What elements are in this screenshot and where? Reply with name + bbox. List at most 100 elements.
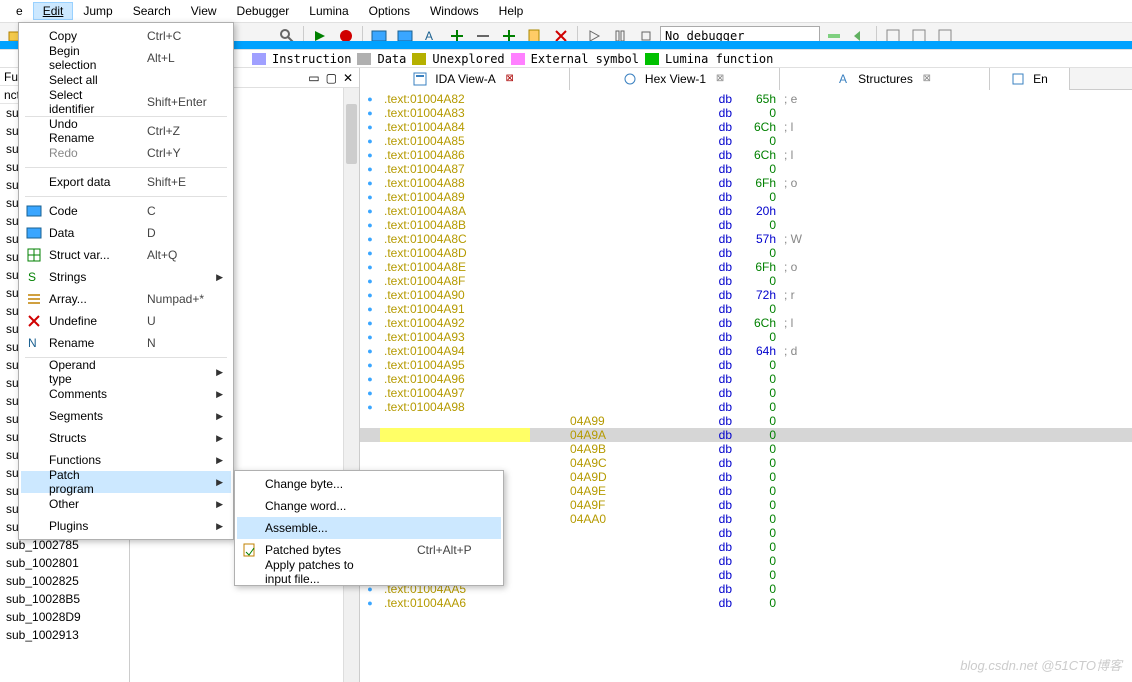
disasm-row[interactable]: ●.text:01004A95db0 [360, 358, 1132, 372]
disasm-row[interactable]: ●.text:01004A97db0 [360, 386, 1132, 400]
edit-dropdown: CopyCtrl+CBegin selectionAlt+LSelect all… [18, 22, 234, 540]
menu-item[interactable]: DataD [21, 222, 231, 244]
disasm-row[interactable]: ●.text:01004A83db0 [360, 106, 1132, 120]
menu-item[interactable]: Export dataShift+E [21, 171, 231, 193]
menu-item[interactable]: Assemble... [237, 517, 501, 539]
disassembly-view[interactable]: ●.text:01004A82db65h; e●.text:01004A83db… [360, 90, 1132, 682]
panel-close-icon[interactable]: ✕ [343, 71, 353, 85]
menu-item[interactable]: SStrings▶ [21, 266, 231, 288]
menu-view[interactable]: View [181, 2, 227, 20]
disasm-row[interactable]: 04A99db0 [360, 414, 1132, 428]
disasm-row[interactable]: ●.text:01004A98db0 [360, 400, 1132, 414]
menu-item[interactable]: Change byte... [237, 473, 501, 495]
menu-item[interactable]: Array...Numpad+* [21, 288, 231, 310]
menu-item[interactable]: Operand type▶ [21, 361, 231, 383]
address: .text:01004A8B [380, 218, 530, 232]
menu-item[interactable]: Apply patches to input file... [237, 561, 501, 583]
menu-item[interactable]: CodeC [21, 200, 231, 222]
disasm-row[interactable]: ●.text:01004A91db0 [360, 302, 1132, 316]
menu-edit[interactable]: Edit [33, 2, 74, 20]
blank-icon [241, 519, 259, 537]
menu-item[interactable]: NRenameN [21, 332, 231, 354]
panel-min-icon[interactable]: ▭ [308, 71, 319, 85]
row-marker-icon: ● [360, 290, 380, 300]
menu-windows[interactable]: Windows [420, 2, 489, 20]
menu-debugger[interactable]: Debugger [227, 2, 300, 20]
opcode: db [530, 526, 740, 540]
row-marker-icon: ● [360, 276, 380, 286]
menu-lumina[interactable]: Lumina [299, 2, 358, 20]
disasm-row[interactable]: ●.text:01004A85db0 [360, 134, 1132, 148]
comment: ; l [780, 316, 793, 330]
disasm-row[interactable]: ●.text:01004A8Cdb57h; W [360, 232, 1132, 246]
submenu-arrow-icon: ▶ [213, 455, 223, 466]
tab-hex-view[interactable]: Hex View-1 ⊠ [570, 68, 780, 90]
row-marker-icon: ● [360, 164, 380, 174]
menu-le[interactable]: e [6, 2, 33, 20]
function-item[interactable]: sub_1002825 [0, 572, 129, 590]
close-icon[interactable]: ⊠ [504, 73, 516, 85]
menu-item[interactable]: Select identifierShift+Enter [21, 91, 231, 113]
menu-jump[interactable]: Jump [73, 2, 122, 20]
function-item[interactable]: sub_10028B5 [0, 590, 129, 608]
disasm-row[interactable]: ●.text:01004A92db6Ch; l [360, 316, 1132, 330]
disasm-row[interactable]: ●.text:01004A94db64h; d [360, 344, 1132, 358]
disasm-row[interactable]: ●.text:01004AA6db0 [360, 596, 1132, 610]
menu-help[interactable]: Help [489, 2, 534, 20]
disasm-row[interactable]: ●.text:01004A8Adb20h [360, 204, 1132, 218]
tab-enums[interactable]: En [990, 68, 1070, 90]
disasm-row[interactable]: ●.text:01004A93db0 [360, 330, 1132, 344]
menu-item[interactable]: Patch program▶ [21, 471, 231, 493]
value: 0 [740, 386, 780, 400]
menu-search[interactable]: Search [123, 2, 181, 20]
address: .text:01004A92 [380, 316, 530, 330]
row-marker-icon: ● [360, 234, 380, 244]
address: .text:01004A86 [380, 148, 530, 162]
disasm-row[interactable]: ●.text:01004A86db6Ch; l [360, 148, 1132, 162]
menu-item[interactable]: Structs▶ [21, 427, 231, 449]
close-icon[interactable]: ⊠ [921, 73, 933, 85]
menu-item[interactable]: Change word... [237, 495, 501, 517]
menu-item[interactable]: UndefineU [21, 310, 231, 332]
scrollbar[interactable] [343, 88, 359, 682]
menu-item[interactable]: Struct var...Alt+Q [21, 244, 231, 266]
address: .text:01004A8C [380, 232, 530, 246]
disasm-row[interactable]: ●.text:01004A8Fdb0 [360, 274, 1132, 288]
menu-item[interactable]: Undo RenameCtrl+Z [21, 120, 231, 142]
function-item[interactable]: sub_1002801 [0, 554, 129, 572]
disasm-row[interactable]: ●.text:01004A87db0 [360, 162, 1132, 176]
tab-structures[interactable]: A Structures ⊠ [780, 68, 990, 90]
menu-options[interactable]: Options [359, 2, 420, 20]
menu-item[interactable]: Begin selectionAlt+L [21, 47, 231, 69]
disasm-row[interactable]: ●.text:01004A89db0 [360, 190, 1132, 204]
function-item[interactable]: sub_10028D9 [0, 608, 129, 626]
disasm-row[interactable]: 04A9Bdb0 [360, 442, 1132, 456]
address: 04A99 [380, 414, 530, 428]
menu-item[interactable]: Comments▶ [21, 383, 231, 405]
row-marker-icon: ● [360, 332, 380, 342]
hex-view-icon [623, 72, 637, 86]
disasm-row[interactable]: ●.text:01004A82db65h; e [360, 92, 1132, 106]
value: 0 [740, 582, 780, 596]
menu-item[interactable]: Segments▶ [21, 405, 231, 427]
disasm-row[interactable]: ●.text:01004A88db6Fh; o [360, 176, 1132, 190]
disasm-row[interactable]: 04A9Adb0 [360, 428, 1132, 442]
disasm-row[interactable]: ●.text:01004A8Edb6Fh; o [360, 260, 1132, 274]
disasm-row[interactable]: ●.text:01004A90db72h; r [360, 288, 1132, 302]
close-icon[interactable]: ⊠ [714, 73, 726, 85]
address: .text:01004A8F [380, 274, 530, 288]
disasm-row[interactable]: ●.text:01004A84db6Ch; l [360, 120, 1132, 134]
disasm-row[interactable]: ●.text:01004A8Ddb0 [360, 246, 1132, 260]
value: 6Fh [740, 176, 780, 190]
address: .text:01004A85 [380, 134, 530, 148]
disasm-row[interactable]: ●.text:01004A96db0 [360, 372, 1132, 386]
menu-item[interactable]: Other▶ [21, 493, 231, 515]
disasm-row[interactable]: ●.text:01004A8Bdb0 [360, 218, 1132, 232]
function-item[interactable]: sub_1002913 [0, 626, 129, 644]
tab-ida-view[interactable]: IDA View-A ⊠ [360, 68, 570, 90]
menu-label: Undefine [49, 314, 141, 328]
menu-item[interactable]: Plugins▶ [21, 515, 231, 537]
disasm-row[interactable]: 04A9Cdb0 [360, 456, 1132, 470]
panel-max-icon[interactable]: ▢ [326, 71, 337, 85]
data-icon [25, 224, 43, 242]
